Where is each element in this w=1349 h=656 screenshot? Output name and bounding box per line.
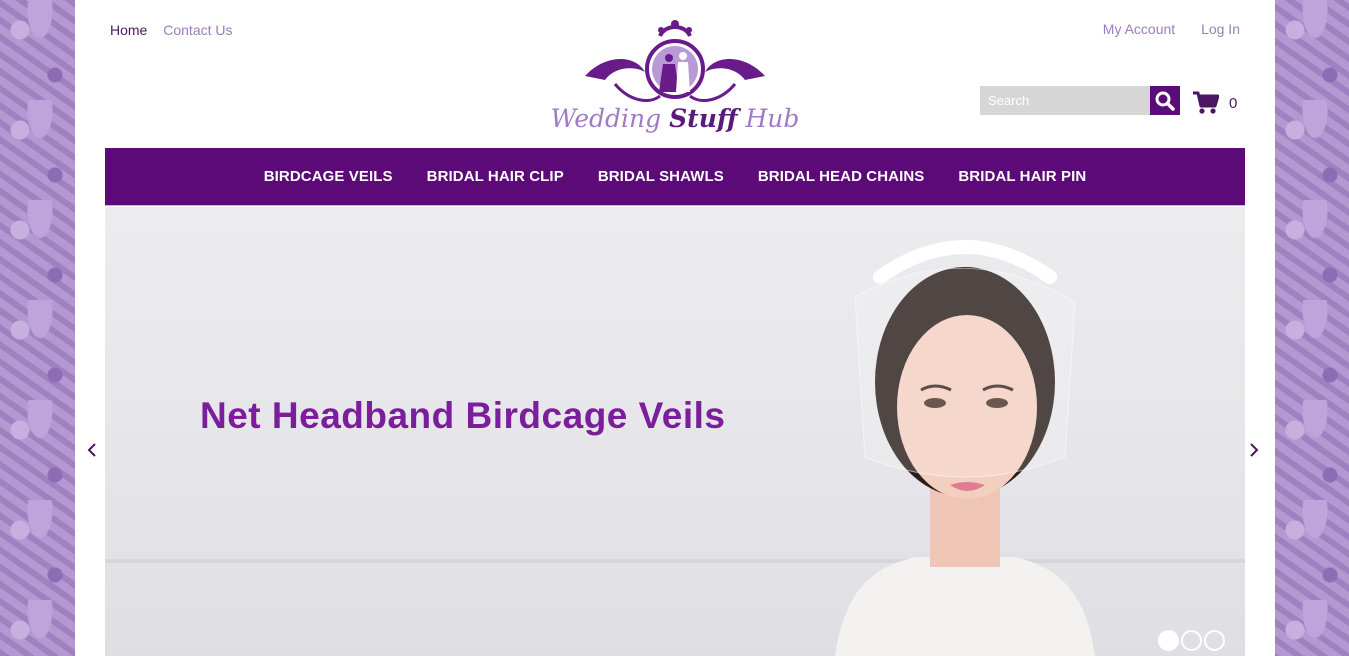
slider-dot-3[interactable]	[1204, 630, 1225, 651]
main-nav: BIRDCAGE VEILS BRIDAL HAIR CLIP BRIDAL S…	[105, 148, 1245, 206]
cart[interactable]: 0	[1193, 91, 1237, 115]
search-bar	[980, 86, 1180, 115]
log-in-link[interactable]: Log In	[1201, 21, 1240, 37]
top-links: Home Contact Us	[110, 22, 245, 38]
nav-item-bridal-hair-pin[interactable]: BRIDAL HAIR PIN	[958, 168, 1086, 185]
logo-text-wedding: Wedding	[550, 104, 670, 133]
slider-next-button[interactable]	[1249, 441, 1259, 464]
home-link[interactable]: Home	[110, 22, 147, 38]
search-icon	[1155, 91, 1175, 111]
logo-text-stuff: Stuff	[669, 104, 738, 133]
logo-text[interactable]: Wedding Stuff Hub	[550, 104, 800, 133]
shopping-cart-icon	[1193, 91, 1219, 114]
chevron-right-icon	[1250, 443, 1259, 457]
nav-item-bridal-head-chains[interactable]: BRIDAL HEAD CHAINS	[758, 168, 925, 185]
search-button[interactable]	[1150, 86, 1180, 115]
page-container: Home Contact Us My Account Log In Weddin…	[75, 0, 1275, 656]
account-links: My Account Log In	[1081, 21, 1240, 37]
my-account-link[interactable]: My Account	[1103, 21, 1175, 37]
banner-title: Net Headband Birdcage Veils	[200, 395, 726, 436]
nav-item-bridal-hair-clip[interactable]: BRIDAL HAIR CLIP	[427, 168, 564, 185]
logo-text-hub: Hub	[737, 104, 800, 133]
cart-count: 0	[1229, 94, 1238, 112]
slider-dot-1[interactable]	[1158, 630, 1179, 651]
bride-image	[835, 240, 1095, 656]
slider-dots	[1158, 630, 1225, 651]
contact-us-link[interactable]: Contact Us	[163, 22, 232, 38]
slider-prev-button[interactable]	[87, 441, 97, 464]
nav-item-bridal-shawls[interactable]: BRIDAL SHAWLS	[598, 168, 724, 185]
nav-item-birdcage-veils[interactable]: BIRDCAGE VEILS	[264, 168, 393, 185]
hero-banner[interactable]: Net Headband Birdcage Veils	[105, 207, 1245, 656]
chevron-left-icon	[87, 443, 96, 457]
slider-dot-2[interactable]	[1181, 630, 1202, 651]
search-input[interactable]	[980, 86, 1150, 115]
